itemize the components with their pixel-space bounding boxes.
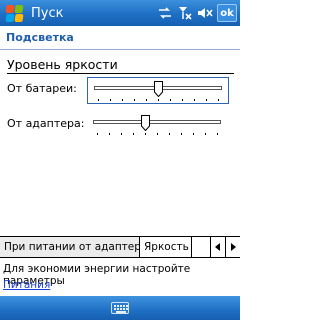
slider-tick (205, 133, 206, 135)
brightness-heading: Уровень яркости (7, 57, 118, 72)
battery-label: От батареи: (7, 82, 77, 95)
ok-button[interactable]: ok (217, 4, 237, 22)
slider-tick (121, 133, 122, 135)
slider-tick (217, 133, 218, 135)
tab-scroll-right-icon[interactable] (225, 237, 240, 257)
battery-brightness-slider[interactable] (87, 77, 229, 104)
slider-tick (170, 99, 171, 101)
slider-tick (157, 133, 158, 135)
power-settings-link[interactable]: Питания (3, 279, 50, 291)
tab-scroll-left-icon[interactable] (210, 237, 225, 257)
tab-adapter-power[interactable]: При питании от адаптера (0, 237, 147, 257)
battery-slider-ticks (98, 99, 219, 102)
slider-tick (194, 99, 195, 101)
slider-tick (218, 99, 219, 101)
app-title[interactable]: Пуск (31, 6, 157, 21)
slider-tick (109, 133, 110, 135)
slider-tick (145, 133, 146, 135)
slider-tick (122, 99, 123, 101)
slider-tick (133, 133, 134, 135)
slider-tick (181, 133, 182, 135)
title-bar: Пуск ok (0, 0, 240, 26)
tab-strip: При питании от адаптера Яркость (0, 236, 240, 258)
adapter-slider-track (93, 120, 221, 124)
slider-tick (97, 133, 98, 135)
adapter-slider-ticks (97, 133, 218, 136)
heading-divider (7, 73, 234, 74)
slider-tick (182, 99, 183, 101)
adapter-label: От адаптера: (7, 117, 85, 130)
slider-tick (169, 133, 170, 135)
slider-tick (206, 99, 207, 101)
battery-slider-thumb[interactable] (154, 81, 163, 98)
slider-tick (193, 133, 194, 135)
slider-tick (158, 99, 159, 101)
connectivity-icon[interactable] (157, 5, 173, 21)
windows-start-icon[interactable] (3, 2, 25, 24)
slider-tick (98, 99, 99, 101)
signal-off-icon[interactable] (177, 5, 193, 21)
adapter-brightness-slider[interactable] (87, 112, 229, 139)
section-title: Подсветка (0, 26, 240, 50)
adapter-slider-thumb[interactable] (141, 115, 150, 132)
tab-brightness[interactable]: Яркость (140, 237, 192, 257)
volume-muted-icon[interactable] (197, 5, 213, 21)
slider-tick (146, 99, 147, 101)
slider-tick (110, 99, 111, 101)
bottom-bar (0, 296, 240, 320)
keyboard-icon[interactable] (111, 302, 129, 314)
slider-tick (134, 99, 135, 101)
